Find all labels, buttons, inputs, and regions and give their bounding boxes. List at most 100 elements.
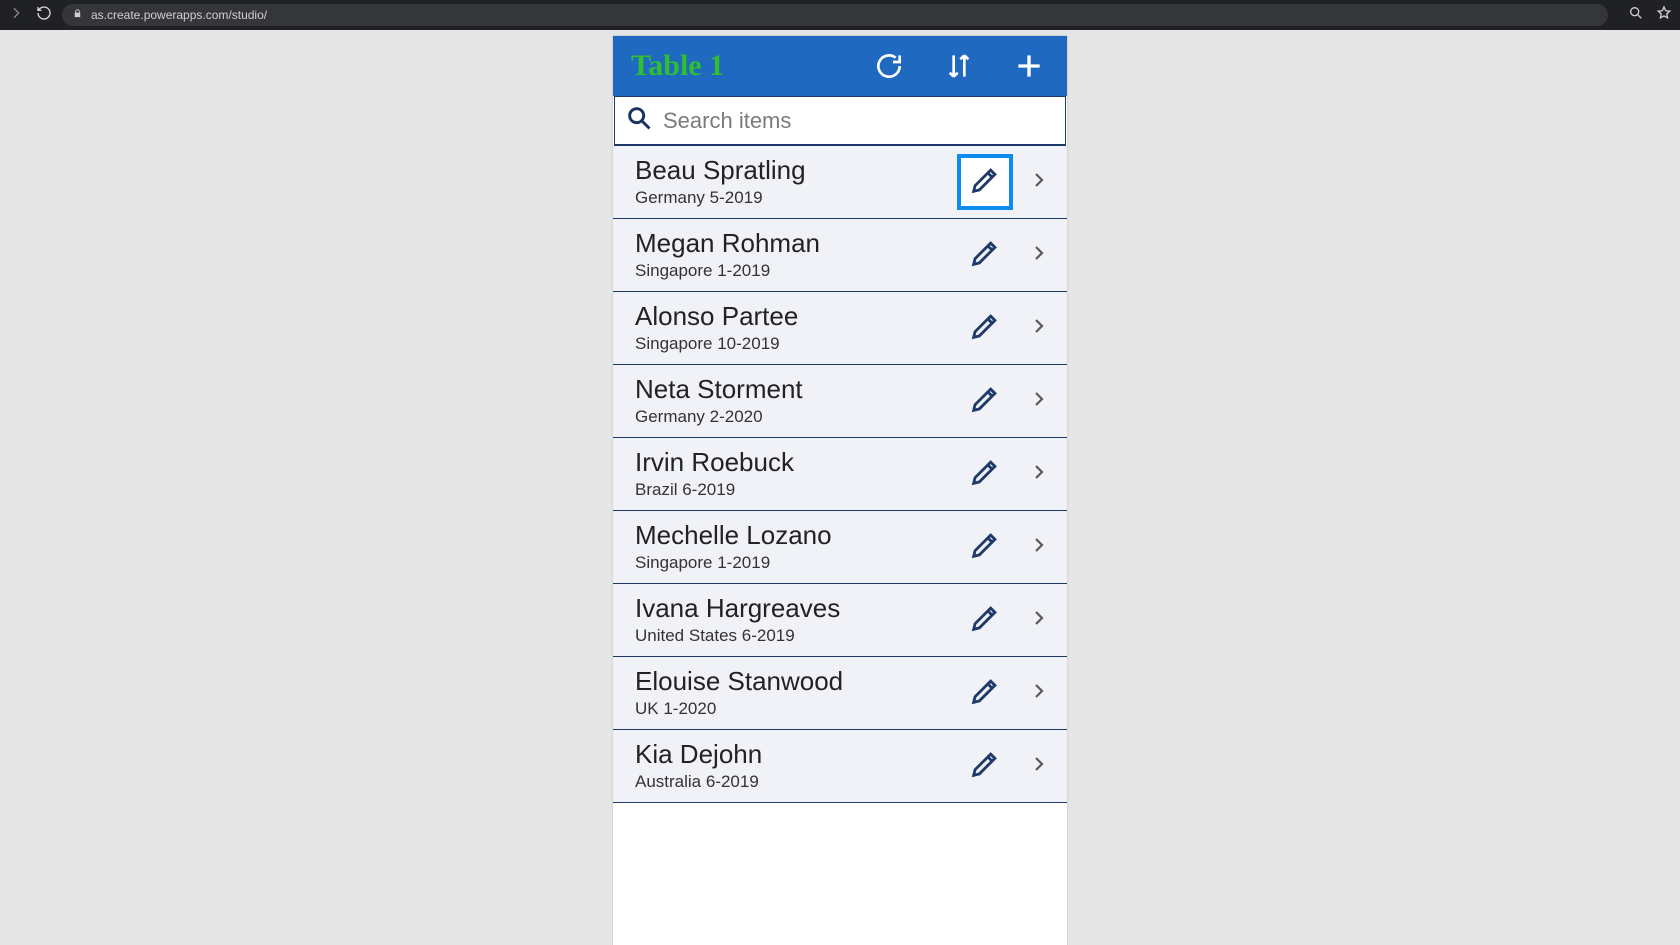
item-actions (957, 300, 1053, 356)
item-title: Mechelle Lozano (635, 521, 957, 551)
item-title: Alonso Partee (635, 302, 957, 332)
list-item[interactable]: Megan RohmanSingapore 1-2019 (613, 219, 1067, 292)
browser-chrome: as.create.powerapps.com/studio/ (0, 0, 1680, 30)
pencil-icon (968, 236, 1002, 275)
open-button[interactable] (1025, 454, 1053, 494)
address-bar[interactable]: as.create.powerapps.com/studio/ (62, 4, 1608, 26)
list-item[interactable]: Beau SpratlingGermany 5-2019 (613, 146, 1067, 219)
chevron-right-icon (1030, 165, 1048, 200)
open-button[interactable] (1025, 527, 1053, 567)
app-title: Table 1 (631, 49, 869, 83)
refresh-icon[interactable] (869, 46, 909, 86)
item-text: Ivana HargreavesUnited States 6-2019 (635, 594, 957, 646)
edit-button[interactable] (957, 738, 1013, 794)
item-actions (957, 446, 1053, 502)
item-subtitle: Brazil 6-2019 (635, 480, 957, 500)
item-subtitle: Germany 5-2019 (635, 188, 957, 208)
pencil-icon (968, 163, 1002, 202)
item-subtitle: Germany 2-2020 (635, 407, 957, 427)
app-frame: Table 1 Beau SpratlingGermany 5-2019 Mega… (613, 36, 1067, 945)
pencil-icon (968, 382, 1002, 421)
edit-button[interactable] (957, 519, 1013, 575)
reload-icon[interactable] (36, 5, 52, 26)
stage: Table 1 Beau SpratlingGermany 5-2019 Mega… (0, 30, 1680, 945)
chevron-right-icon (1030, 311, 1048, 346)
pencil-icon (968, 601, 1002, 640)
item-text: Megan RohmanSingapore 1-2019 (635, 229, 957, 281)
search-icon (625, 104, 653, 137)
url-text: as.create.powerapps.com/studio/ (91, 8, 267, 22)
chevron-right-icon (1030, 457, 1048, 492)
edit-button[interactable] (957, 154, 1013, 210)
pencil-icon (968, 674, 1002, 713)
item-subtitle: Singapore 1-2019 (635, 553, 957, 573)
pencil-icon (968, 747, 1002, 786)
open-button[interactable] (1025, 235, 1053, 275)
item-title: Megan Rohman (635, 229, 957, 259)
edit-button[interactable] (957, 373, 1013, 429)
item-actions (957, 227, 1053, 283)
items-list: Beau SpratlingGermany 5-2019 Megan Rohman… (613, 146, 1067, 945)
chevron-right-icon (1030, 238, 1048, 273)
item-text: Kia DejohnAustralia 6-2019 (635, 740, 957, 792)
edit-button[interactable] (957, 592, 1013, 648)
list-item[interactable]: Irvin RoebuckBrazil 6-2019 (613, 438, 1067, 511)
sort-icon[interactable] (939, 46, 979, 86)
list-item[interactable]: Ivana HargreavesUnited States 6-2019 (613, 584, 1067, 657)
open-button[interactable] (1025, 308, 1053, 348)
item-actions (957, 154, 1053, 210)
item-actions (957, 592, 1053, 648)
edit-button[interactable] (957, 665, 1013, 721)
open-button[interactable] (1025, 162, 1053, 202)
item-text: Elouise StanwoodUK 1-2020 (635, 667, 957, 719)
list-item[interactable]: Elouise StanwoodUK 1-2020 (613, 657, 1067, 730)
chevron-right-icon (1030, 676, 1048, 711)
edit-button[interactable] (957, 446, 1013, 502)
item-subtitle: Singapore 10-2019 (635, 334, 957, 354)
item-actions (957, 519, 1053, 575)
chevron-right-icon (1030, 384, 1048, 419)
add-icon[interactable] (1009, 46, 1049, 86)
item-title: Ivana Hargreaves (635, 594, 957, 624)
star-icon[interactable] (1656, 5, 1672, 26)
lock-icon (72, 6, 83, 24)
item-subtitle: United States 6-2019 (635, 626, 957, 646)
search-input[interactable] (663, 108, 1059, 134)
item-actions (957, 373, 1053, 429)
list-item[interactable]: Alonso ParteeSingapore 10-2019 (613, 292, 1067, 365)
item-text: Neta StormentGermany 2-2020 (635, 375, 957, 427)
item-title: Irvin Roebuck (635, 448, 957, 478)
forward-arrow-icon[interactable] (8, 5, 24, 26)
edit-button[interactable] (957, 300, 1013, 356)
item-actions (957, 738, 1053, 794)
search-row (614, 96, 1066, 146)
item-subtitle: Singapore 1-2019 (635, 261, 957, 281)
header-icons (869, 46, 1049, 86)
list-item[interactable]: Neta StormentGermany 2-2020 (613, 365, 1067, 438)
item-actions (957, 665, 1053, 721)
open-button[interactable] (1025, 381, 1053, 421)
item-title: Beau Spratling (635, 156, 957, 186)
list-item[interactable]: Mechelle LozanoSingapore 1-2019 (613, 511, 1067, 584)
item-subtitle: Australia 6-2019 (635, 772, 957, 792)
pencil-icon (968, 528, 1002, 567)
open-button[interactable] (1025, 746, 1053, 786)
chevron-right-icon (1030, 603, 1048, 638)
item-text: Beau SpratlingGermany 5-2019 (635, 156, 957, 208)
list-item[interactable]: Kia DejohnAustralia 6-2019 (613, 730, 1067, 803)
chevron-right-icon (1030, 530, 1048, 565)
app-header: Table 1 (613, 36, 1067, 96)
item-text: Mechelle LozanoSingapore 1-2019 (635, 521, 957, 573)
pencil-icon (968, 455, 1002, 494)
edit-button[interactable] (957, 227, 1013, 283)
open-button[interactable] (1025, 600, 1053, 640)
chevron-right-icon (1030, 749, 1048, 784)
item-title: Kia Dejohn (635, 740, 957, 770)
chrome-actions (1628, 5, 1672, 26)
item-subtitle: UK 1-2020 (635, 699, 957, 719)
zoom-icon[interactable] (1628, 5, 1644, 26)
open-button[interactable] (1025, 673, 1053, 713)
item-text: Alonso ParteeSingapore 10-2019 (635, 302, 957, 354)
item-title: Neta Storment (635, 375, 957, 405)
pencil-icon (968, 309, 1002, 348)
